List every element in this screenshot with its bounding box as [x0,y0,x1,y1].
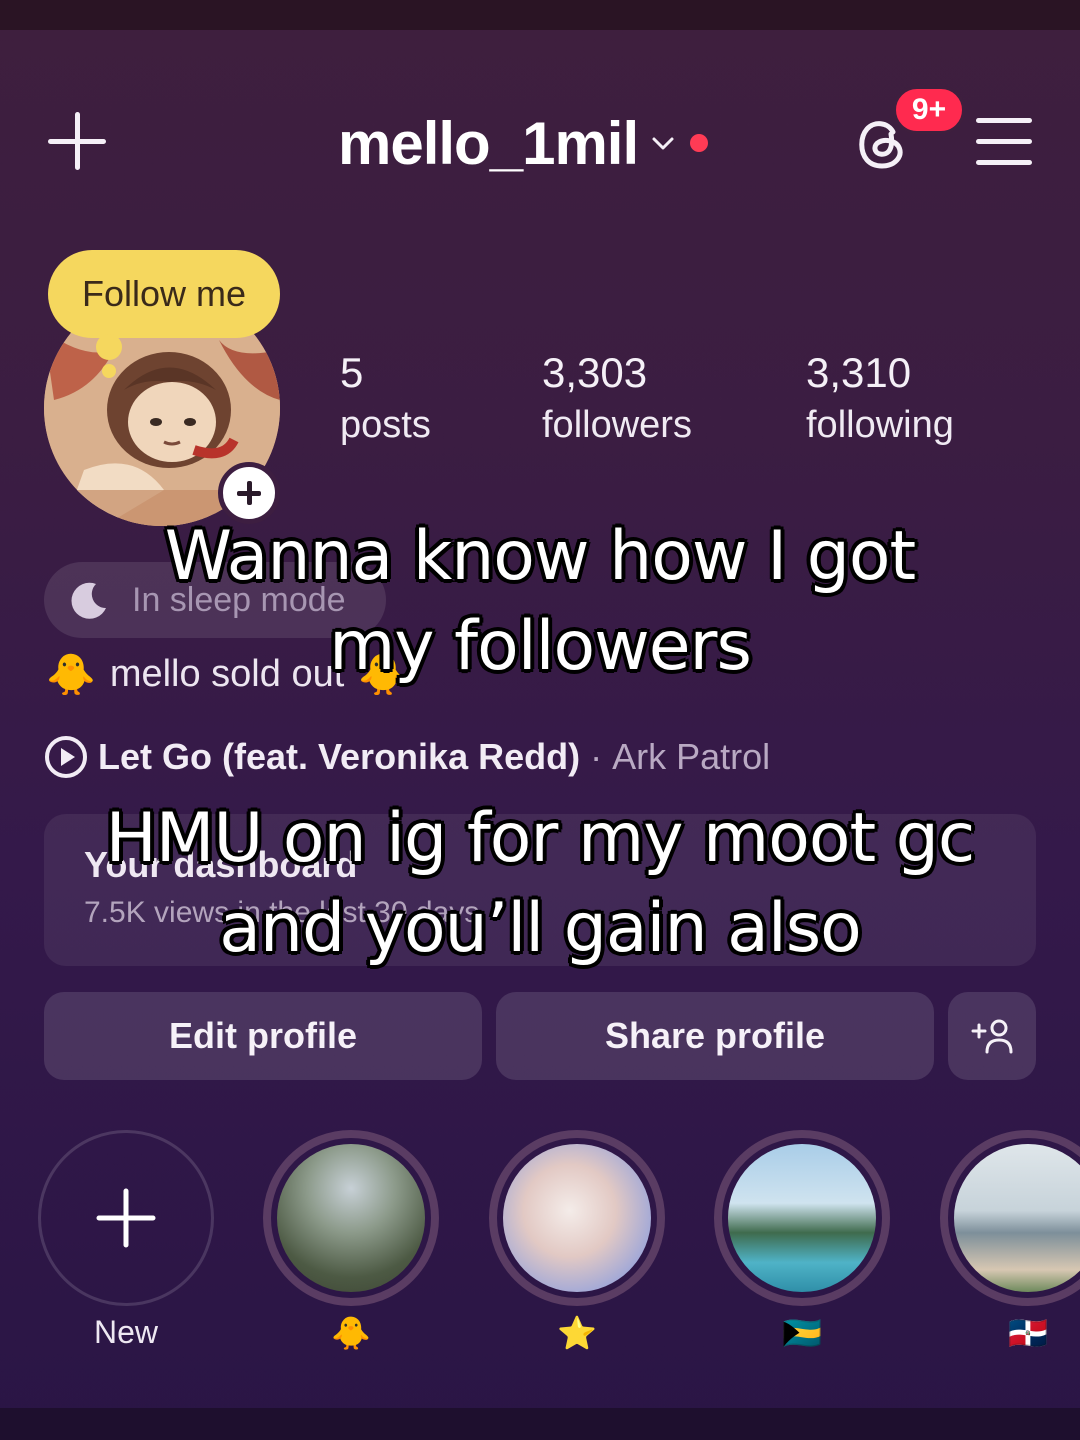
song-title: Let Go (feat. Veronika Redd) [98,736,581,777]
followers-stat[interactable]: 3,303 followers [542,346,692,450]
profile-music[interactable]: Let Go (feat. Veronika Redd) · Ark Patro… [44,730,770,784]
highlight-label: ⭐ [557,1315,597,1351]
highlight-dominican[interactable] [940,1130,1080,1306]
notification-dot [690,134,709,152]
song-artist: Ark Patrol [612,736,771,777]
caption-line: my followers [329,607,752,686]
edit-profile-button[interactable]: Edit profile [44,992,482,1080]
posts-stat[interactable]: 5 posts [340,346,431,450]
highlight-bahamas[interactable] [714,1130,890,1306]
highlight-chick[interactable] [263,1130,439,1306]
new-highlight-button[interactable] [38,1130,214,1306]
username: mello_1mil [338,109,639,177]
caption-line: HMU on ig for my moot gc [105,799,976,878]
palms-thumbnail [728,1144,876,1292]
highlight-label: 🇩🇴 [1008,1315,1048,1351]
share-profile-label: Share profile [604,1015,826,1056]
threads-notification-badge: 9+ [893,86,965,134]
chevron-down-icon [652,137,674,150]
following-stat[interactable]: 3,310 following [806,346,954,450]
note-bubble[interactable]: Follow me [48,250,280,338]
forest-thumbnail [277,1144,425,1292]
caption-line: Wanna know how I got [164,517,916,596]
plus-icon [96,1188,156,1248]
highlight-label: 🇧🇸 [782,1315,822,1351]
highlight-label: New [93,1314,158,1350]
share-profile-button[interactable]: Share profile [496,992,934,1080]
edit-profile-label: Edit profile [169,1015,357,1056]
status-strip [0,0,1080,30]
create-plus-icon[interactable] [48,112,106,170]
bottom-strip [0,1408,1080,1440]
posts-count: 5 [340,349,364,396]
followers-count: 3,303 [542,349,648,396]
beach-thumbnail [954,1144,1080,1292]
anime-thumbnail [503,1144,651,1292]
note-text: Follow me [81,273,247,314]
add-person-icon [971,1019,1013,1054]
followers-label: followers [542,404,692,446]
following-count: 3,310 [806,349,912,396]
caption-line: and you’ll gain also [219,889,862,968]
posts-label: posts [340,404,431,446]
note-tail [96,334,122,360]
song-separator: · [590,736,603,777]
menu-icon[interactable] [976,118,1032,166]
following-label: following [806,404,954,446]
note-tail-small [102,364,116,378]
highlight-label: 🐥 [331,1315,371,1351]
highlight-star[interactable] [489,1130,665,1306]
account-switcher[interactable]: mello_1mil [338,108,709,178]
play-icon [45,736,87,778]
discover-people-button[interactable] [948,992,1036,1080]
